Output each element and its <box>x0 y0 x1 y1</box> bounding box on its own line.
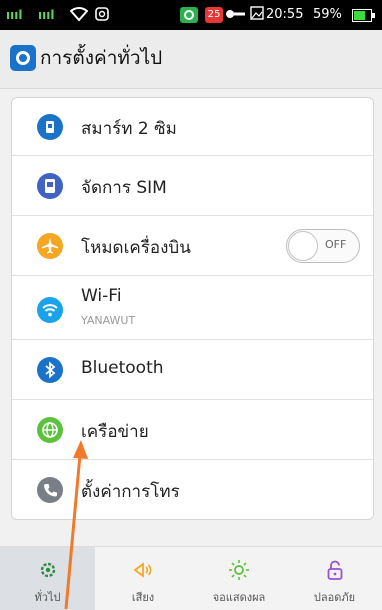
annotation-arrow <box>64 440 88 609</box>
